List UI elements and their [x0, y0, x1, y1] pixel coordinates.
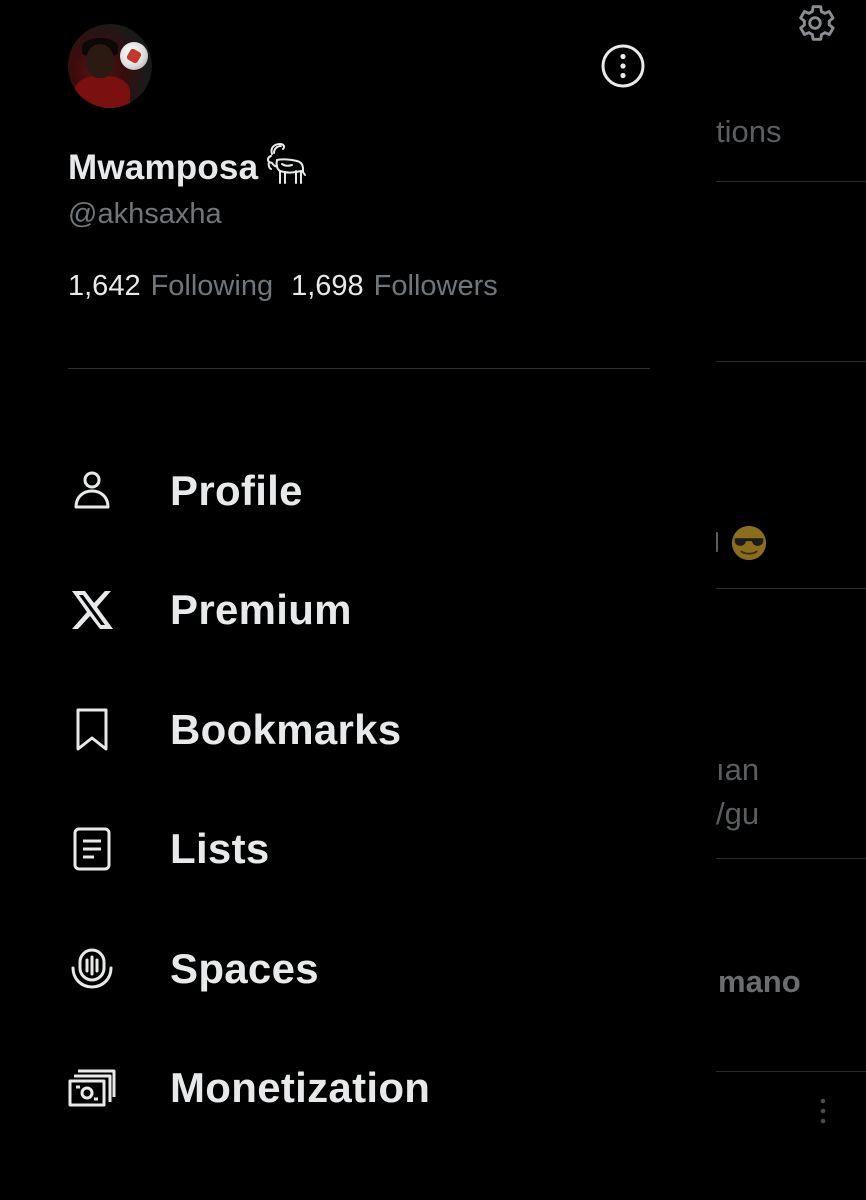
user-handle[interactable]: @akhsaxha: [68, 198, 222, 231]
menu-item-profile[interactable]: Profile: [0, 451, 716, 531]
timeline-text-fragment: mano: [718, 964, 801, 999]
following-stat[interactable]: 1,642 Following: [68, 270, 273, 303]
timeline-divider: [716, 1071, 866, 1072]
menu-item-bookmarks[interactable]: Bookmarks: [0, 690, 716, 770]
followers-stat[interactable]: 1,698 Followers: [291, 270, 498, 303]
avatar[interactable]: [68, 24, 152, 108]
menu-label-premium: Premium: [170, 586, 352, 633]
sunglasses-emoji-icon: [731, 525, 767, 561]
menu-label-monetization: Monetization: [170, 1064, 431, 1111]
menu-item-premium[interactable]: Premium: [0, 570, 716, 650]
menu-label-profile: Profile: [170, 467, 303, 514]
bookmark-icon: [68, 706, 116, 754]
spaces-mic-icon: [68, 945, 116, 993]
drawer-divider: [68, 368, 650, 369]
menu-label-bookmarks: Bookmarks: [170, 706, 402, 753]
timeline-header-fragment: tions: [716, 114, 782, 149]
background-timeline: [716, 0, 866, 1200]
timeline-divider: [716, 181, 866, 182]
timeline-divider: [716, 858, 866, 859]
timeline-text-fragment: ıan: [716, 752, 760, 787]
followers-count: 1,698: [291, 270, 364, 302]
more-vertical-icon[interactable]: [818, 1096, 828, 1126]
settings-gear-icon[interactable]: [792, 0, 838, 46]
account-options-icon[interactable]: [600, 43, 646, 89]
money-icon: [68, 1064, 116, 1112]
goat-icon: [267, 143, 307, 184]
display-name[interactable]: Mwamposa: [68, 148, 258, 188]
follow-stats: 1,642 Following 1,698 Followers: [68, 270, 498, 303]
x-logo-icon: [68, 586, 116, 634]
menu-label-lists: Lists: [170, 825, 270, 872]
menu-item-spaces[interactable]: Spaces: [0, 929, 716, 1009]
menu-item-lists[interactable]: Lists: [0, 809, 716, 889]
timeline-text-fragment: /gu: [716, 796, 760, 831]
timeline-divider: [716, 361, 866, 362]
following-label: Following: [150, 270, 274, 302]
followers-label: Followers: [373, 270, 498, 302]
menu-label-spaces: Spaces: [170, 945, 319, 992]
list-icon: [68, 825, 116, 873]
menu-item-monetization[interactable]: Monetization: [0, 1048, 716, 1128]
timeline-divider: [716, 588, 866, 589]
following-count: 1,642: [68, 270, 141, 302]
person-icon: [68, 467, 116, 515]
side-drawer: Mwamposa @akhsaxha 1,642 Following 1,698…: [0, 0, 716, 1200]
profile-name-row: Mwamposa: [68, 142, 310, 194]
